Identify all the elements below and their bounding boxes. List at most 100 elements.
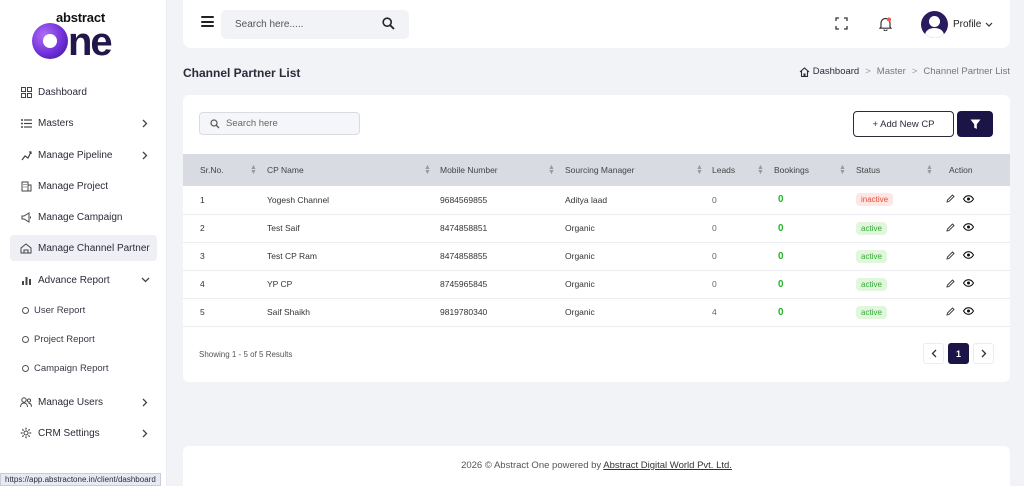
sidebar-item-manage-channel-partner[interactable]: Manage Channel Partner [10, 235, 157, 261]
cell-sr-no: 1 [200, 194, 205, 205]
sidebar: abstract ne Dashboard Masters Manage Pip… [0, 0, 167, 486]
sidebar-item-label: Manage Campaign [38, 211, 123, 223]
sidebar-item-crm-settings[interactable]: CRM Settings [10, 420, 157, 446]
pagination: 1 [923, 343, 994, 364]
column-header-leads[interactable]: Leads ▲ ▼ [712, 154, 774, 186]
column-header-sr-no[interactable]: Sr.No. ▲ ▼ [183, 154, 267, 186]
status-badge: inactive [856, 193, 894, 207]
sidebar-item-manage-pipeline[interactable]: Manage Pipeline [10, 142, 157, 168]
status-badge: active [856, 277, 887, 291]
cell-cp-name: Yogesh Channel [267, 194, 330, 205]
sidebar-item-campaign-report[interactable]: Campaign Report [10, 355, 157, 381]
prev-page-button[interactable] [923, 343, 944, 364]
status-badge: active [856, 221, 887, 235]
list-icon [20, 117, 32, 129]
chevron-down-icon [139, 274, 151, 286]
sort-icon[interactable]: ▲ ▼ [424, 164, 431, 176]
cell-manager: Aditya laad [565, 194, 608, 205]
sort-icon[interactable]: ▲ ▼ [250, 164, 257, 176]
sidebar-item-dashboard[interactable]: Dashboard [10, 79, 157, 105]
sidebar-item-project-report[interactable]: Project Report [10, 326, 157, 352]
cell-sr-no: 5 [200, 307, 205, 317]
sidebar-item-label: Campaign Report [34, 362, 109, 374]
breadcrumb-master[interactable]: Master [877, 66, 906, 77]
status-badge: active [856, 249, 887, 263]
view-eye-icon[interactable] [962, 223, 975, 233]
gear-icon [20, 427, 32, 439]
sidebar-item-advance-report[interactable]: Advance Report [10, 267, 157, 293]
page-number-button[interactable]: 1 [948, 343, 969, 364]
add-new-cp-button[interactable]: + Add New CP [853, 111, 954, 137]
table-row: 5 Saif Shaikh 9819780340 Organic 4 0 act… [183, 298, 1010, 326]
cell-cp-name: Test Saif [267, 223, 300, 233]
edit-pencil-icon[interactable] [946, 278, 955, 290]
table-header-row: Sr.No. ▲ ▼ CP Name ▲ ▼ Mobile Number ▲ ▼ Sourc… [183, 154, 1010, 186]
profile-label: Profile [953, 19, 982, 30]
column-header-bookings[interactable]: Bookings ▲ ▼ [774, 154, 856, 186]
column-header-mobile-number[interactable]: Mobile Number ▲ ▼ [440, 154, 565, 186]
footer-company-link[interactable]: Abstract Digital World Pvt. Ltd. [603, 460, 732, 471]
table-row: 3 Test CP Ram 8474858855 Organic 0 0 act… [183, 242, 1010, 270]
sort-icon[interactable]: ▲ ▼ [757, 164, 764, 176]
header-search-input[interactable]: Search here..... [221, 10, 409, 39]
filter-icon [970, 119, 981, 130]
home-icon [799, 66, 810, 77]
sidebar-item-masters[interactable]: Masters [10, 110, 157, 136]
sidebar-item-label: CRM Settings [38, 427, 100, 439]
top-header: Search here..... Profile [183, 0, 1010, 48]
table-row: 4 YP CP 8745965845 Organic 0 0 active [183, 270, 1010, 298]
cell-mobile: 8474858851 [440, 223, 488, 233]
cell-leads: 0 [712, 279, 717, 289]
column-header-cp-name[interactable]: CP Name ▲ ▼ [267, 154, 440, 186]
sidebar-item-manage-campaign[interactable]: Manage Campaign [10, 204, 157, 230]
cell-mobile: 9819780340 [440, 307, 488, 317]
sort-icon[interactable]: ▲ ▼ [696, 164, 703, 176]
page-title: Channel Partner List [183, 66, 301, 80]
cell-leads: 0 [712, 223, 717, 233]
sidebar-item-label: Advance Report [38, 274, 110, 286]
fullscreen-icon[interactable] [835, 17, 849, 31]
column-header-sourcing-manager[interactable]: Sourcing Manager ▲ ▼ [565, 154, 712, 186]
column-header-status[interactable]: Status ▲ ▼ [856, 154, 943, 186]
cell-leads: 0 [712, 194, 717, 205]
chevron-right-icon [139, 149, 151, 161]
sidebar-item-label: Dashboard [38, 86, 87, 98]
cell-manager: Organic [565, 251, 595, 261]
edit-pencil-icon[interactable] [946, 306, 955, 318]
notification-bell-icon[interactable] [878, 17, 893, 32]
filter-button[interactable] [957, 111, 993, 137]
sidebar-item-manage-users[interactable]: Manage Users [10, 389, 157, 415]
circle-icon [22, 335, 29, 343]
search-icon[interactable] [382, 17, 395, 33]
sort-icon[interactable]: ▲ ▼ [926, 164, 933, 176]
sort-icon[interactable]: ▲ ▼ [839, 164, 846, 176]
edit-pencil-icon[interactable] [946, 222, 955, 234]
sidebar-item-user-report[interactable]: User Report [10, 297, 157, 323]
view-eye-icon[interactable] [962, 194, 975, 205]
chevron-right-icon [139, 117, 151, 129]
view-eye-icon[interactable] [962, 307, 975, 317]
logo-o-icon [32, 23, 68, 59]
sidebar-item-label: Manage Project [38, 180, 109, 192]
footer-text: 2026 © Abstract One powered by [461, 460, 604, 471]
sort-icon[interactable]: ▲ ▼ [548, 164, 555, 176]
breadcrumb: Dashboard > Master > Channel Partner Lis… [799, 66, 1010, 77]
cell-sr-no: 2 [200, 223, 205, 233]
sidebar-item-label: Masters [38, 117, 74, 129]
cell-sr-no: 3 [200, 251, 205, 261]
column-header-action: Action [949, 165, 973, 175]
cell-cp-name: YP CP [267, 279, 293, 289]
view-eye-icon[interactable] [962, 279, 975, 289]
logo-text-big: ne [32, 20, 113, 64]
table-search-input[interactable]: Search here [199, 112, 360, 135]
logo[interactable]: abstract ne [32, 8, 136, 64]
hamburger-menu-icon[interactable] [201, 16, 214, 27]
next-page-button[interactable] [973, 343, 994, 364]
profile-menu[interactable]: Profile [921, 11, 993, 38]
view-eye-icon[interactable] [962, 251, 975, 261]
cell-bookings: 0 [778, 306, 784, 318]
breadcrumb-dashboard[interactable]: Dashboard [799, 66, 859, 77]
edit-pencil-icon[interactable] [946, 250, 955, 262]
sidebar-item-manage-project[interactable]: Manage Project [10, 173, 157, 199]
edit-pencil-icon[interactable] [946, 194, 955, 205]
